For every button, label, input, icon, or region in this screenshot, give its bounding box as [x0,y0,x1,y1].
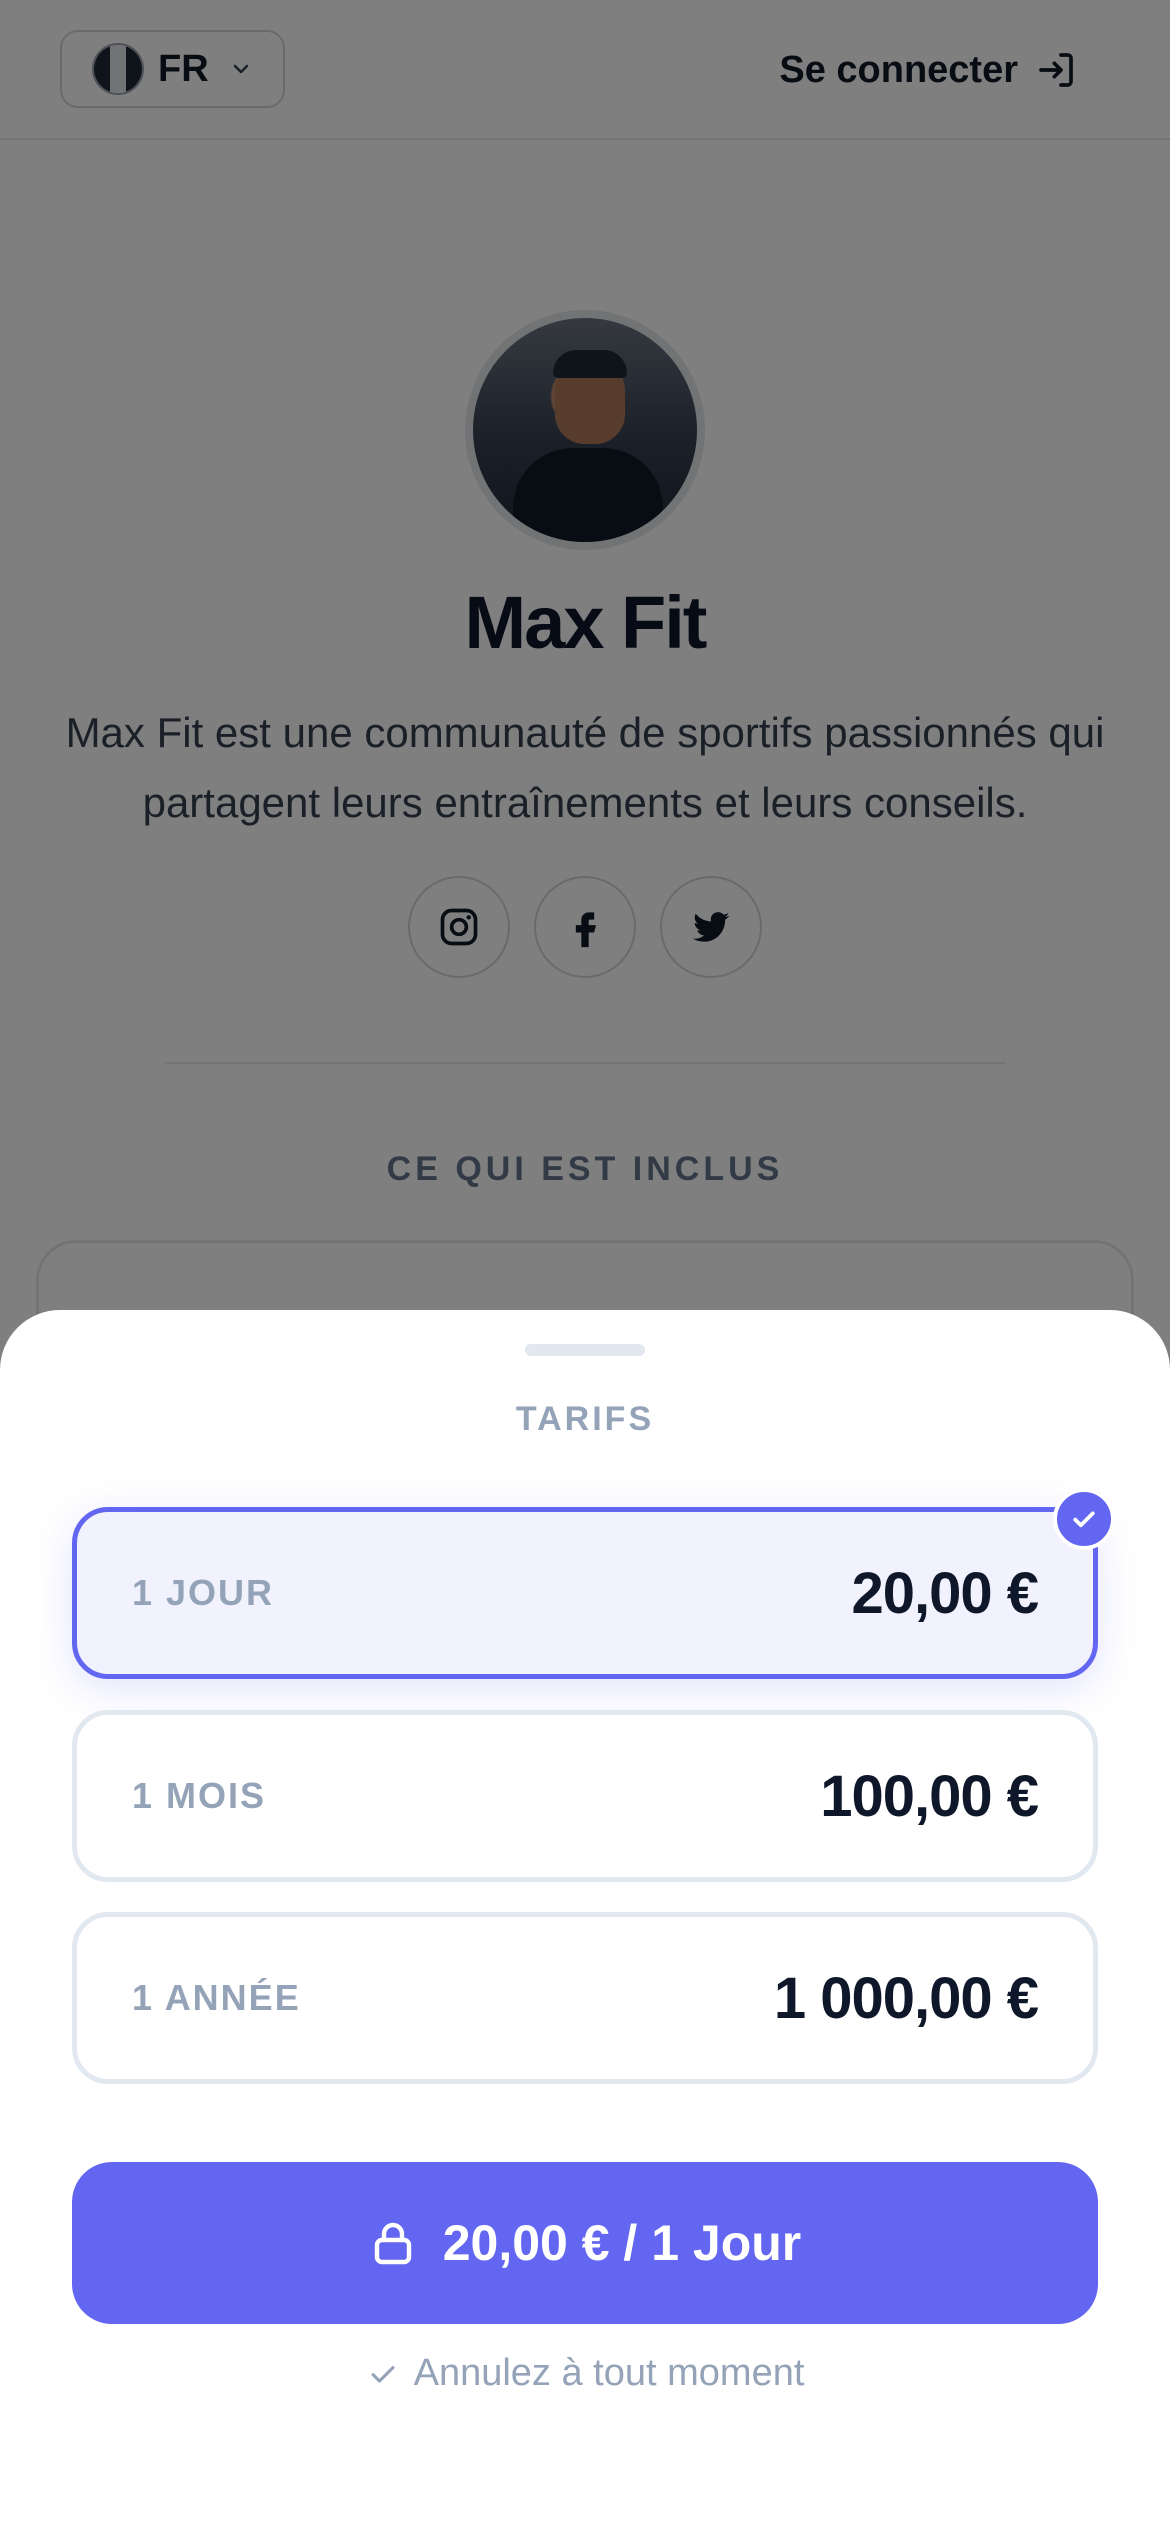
sheet-title: TARIFS [515,1400,655,1438]
check-icon [371,2365,395,2383]
subscribe-label: 20,00 € / 1 Jour [442,2215,802,2271]
plan-label: 1 MOIS [132,1775,267,1816]
sheet-drag-handle[interactable] [525,1344,645,1356]
subscribe-button[interactable]: 20,00 € / 1 Jour [72,2162,1098,2324]
plan-label: 1 JOUR [132,1572,275,1613]
lock-icon [374,2222,411,2265]
cancel-note: Annulez à tout moment [0,2352,1170,2395]
plan-label: 1 ANNÉE [132,1977,301,2018]
plan-option-month[interactable]: 1 MOIS 100,00 € [72,1710,1098,1882]
pricing-sheet: TARIFS 1 JOUR 20,00 € 1 MOIS 100,00 € 1 … [0,1310,1170,2532]
plan-price: 100,00 € [820,1763,1039,1829]
plan-price: 1 000,00 € [773,1965,1039,2031]
plan-price: 20,00 € [851,1560,1039,1626]
plan-option-day[interactable]: 1 JOUR 20,00 € [72,1488,1115,1679]
cancel-note-text: Annulez à tout moment [413,2352,805,2394]
plan-option-year[interactable]: 1 ANNÉE 1 000,00 € [72,1912,1098,2084]
checkmark-icon [1053,1488,1115,1550]
